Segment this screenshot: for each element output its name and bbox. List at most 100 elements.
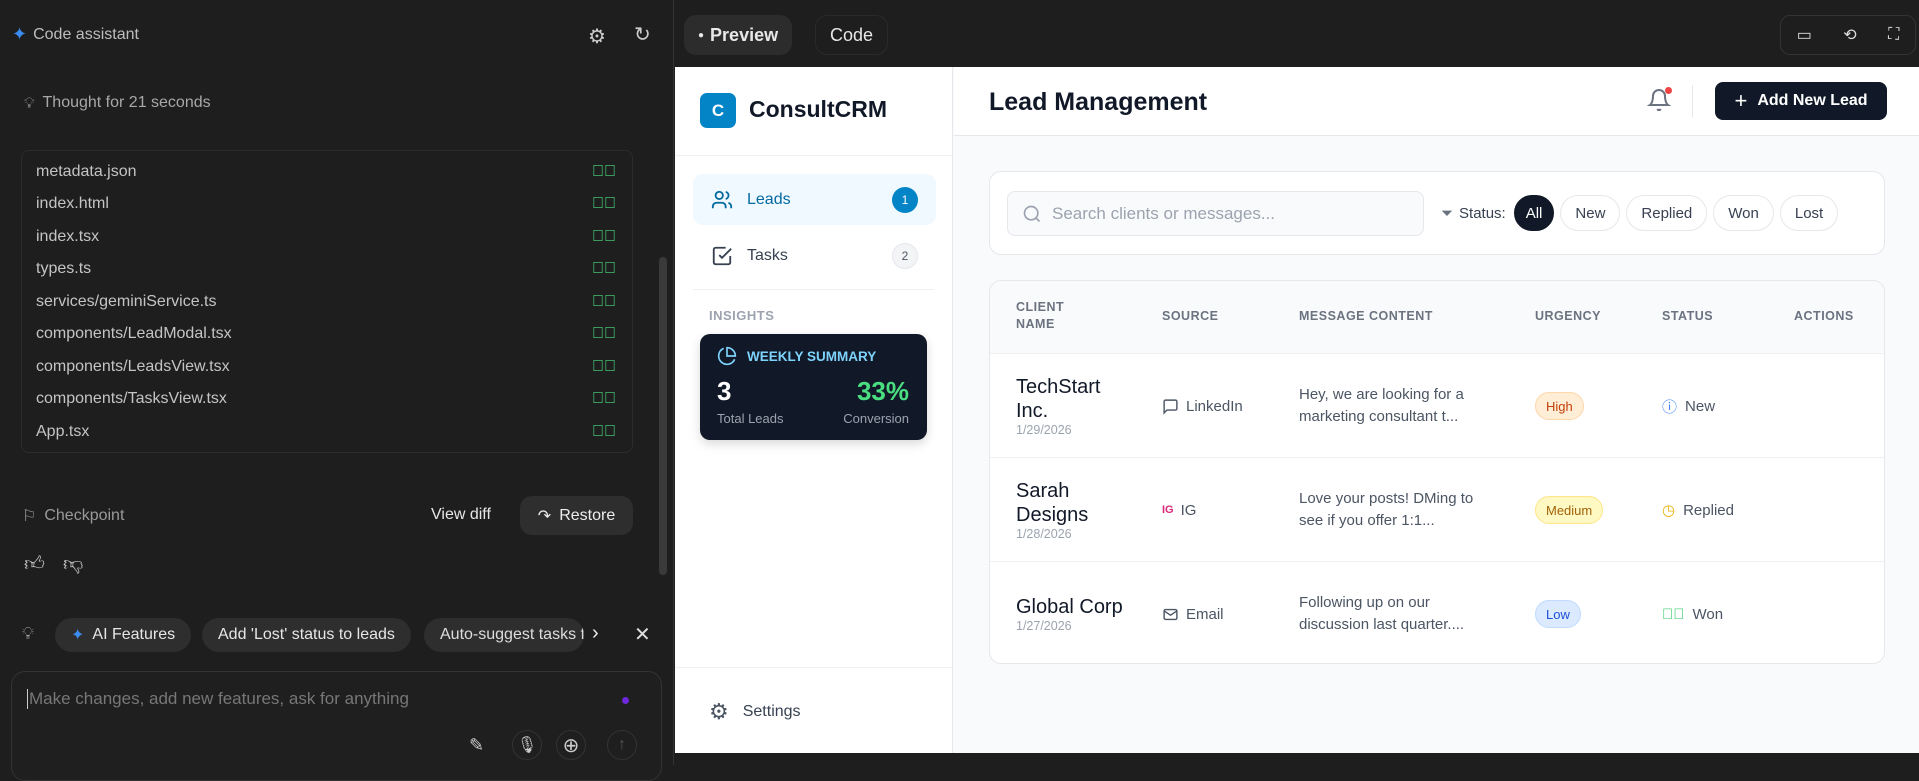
preview-actions: ▭ ⟲ ⛶	[1780, 15, 1916, 55]
restore-button[interactable]: ↷ Restore	[520, 496, 633, 535]
leads-count-badge: 1	[892, 186, 918, 213]
add-button-label: Add New Lead	[1757, 92, 1868, 109]
notification-dot	[1665, 87, 1672, 94]
sidebar: C ConsultCRM Leads 1 Tasks 2 INSIGHTS WE…	[675, 67, 953, 753]
check-circle-icon: ✓⃝	[592, 195, 616, 212]
checkbox-icon	[711, 245, 733, 267]
pie-chart-icon	[717, 346, 737, 366]
bell-icon[interactable]	[1647, 87, 1672, 113]
filter-lost[interactable]: Lost	[1779, 195, 1839, 231]
file-item[interactable]: components/LeadsView.tsx ✓⃝	[36, 352, 616, 382]
status-label: Status:	[1459, 204, 1506, 222]
source-label: Email	[1186, 605, 1224, 623]
check-circle-icon: ✓⃝	[1662, 605, 1685, 623]
prompt-placeholder: Make changes, add new features, ask for …	[27, 689, 409, 709]
filter-replied[interactable]: Replied	[1626, 195, 1708, 231]
devices-icon[interactable]: ▭	[1797, 25, 1812, 45]
add-new-lead-button[interactable]: + Add New Lead	[1715, 82, 1887, 120]
file-item[interactable]: metadata.json ✓⃝	[36, 157, 616, 187]
magic-wand-icon[interactable]: ✎	[469, 735, 484, 756]
tab-label: Preview	[710, 24, 779, 45]
client-name: TechStart Inc.	[1016, 376, 1101, 422]
total-leads-value: 3	[717, 376, 732, 406]
microphone-icon[interactable]: 🎙︎	[512, 730, 542, 760]
tasks-count-badge: 2	[892, 242, 918, 269]
file-item[interactable]: types.ts ✓⃝	[36, 254, 616, 284]
summary-header: WEEKLY SUMMARY	[717, 346, 876, 366]
check-circle-icon: ✓⃝	[592, 390, 616, 407]
file-name: components/TasksView.tsx	[36, 390, 227, 407]
filter-all[interactable]: All	[1513, 195, 1555, 231]
sidebar-item-tasks[interactable]: Tasks 2	[693, 230, 936, 281]
suggestion-chip[interactable]: Auto-suggest tasks f	[424, 618, 584, 652]
filter-bar: Search clients or messages... ⏷ Status: …	[989, 171, 1885, 255]
suggestion-chip[interactable]: Add 'Lost' status to leads	[202, 618, 411, 652]
thought-indicator[interactable]: 💡︎ Thought for 21 seconds	[24, 94, 211, 112]
file-item[interactable]: index.tsx ✓⃝	[36, 222, 616, 252]
urgency-badge: Low	[1535, 600, 1581, 628]
filter-icon: ⏷	[1441, 204, 1454, 222]
column-header: CLIENT NAME	[1016, 300, 1065, 331]
close-icon[interactable]: ✕	[634, 622, 651, 647]
file-item[interactable]: components/LeadModal.tsx ✓⃝	[36, 319, 616, 349]
table-row[interactable]: Sarah Designs 1/28/2026 IG IG Love your p…	[990, 457, 1884, 561]
column-header: SOURCE	[1162, 309, 1219, 323]
users-icon	[711, 189, 733, 211]
settings-icon[interactable]: ⚙	[588, 24, 606, 49]
mail-icon	[1162, 606, 1179, 623]
scrollbar[interactable]	[659, 257, 667, 575]
sidebar-item-leads[interactable]: Leads 1	[693, 174, 936, 225]
thumbs-up-icon[interactable]: 👍︎	[24, 552, 45, 576]
fullscreen-icon[interactable]: ⛶	[1888, 26, 1899, 44]
thumbs-down-icon[interactable]: 👎︎	[63, 552, 83, 576]
status-label: Won	[1692, 605, 1724, 623]
rotate-icon[interactable]: ⟲	[1843, 25, 1856, 45]
file-item[interactable]: services/geminiService.ts ✓⃝	[36, 287, 616, 317]
refresh-icon[interactable]: ↻	[634, 22, 651, 47]
message-preview: Love your posts! DMing to see if you off…	[1299, 490, 1474, 529]
client-name: Sarah Designs	[1016, 480, 1089, 526]
lead-date: 1/28/2026	[1016, 527, 1072, 541]
column-header: MESSAGE CONTENT	[1299, 309, 1433, 323]
file-name: components/LeadsView.tsx	[36, 358, 230, 375]
file-item[interactable]: components/TasksView.tsx ✓⃝	[36, 384, 616, 414]
file-item[interactable]: App.tsx ✓⃝	[36, 417, 616, 447]
filter-won[interactable]: Won	[1713, 195, 1774, 231]
file-item[interactable]: index.html ✓⃝	[36, 189, 616, 219]
table-header: CLIENT NAME SOURCE MESSAGE CONTENT URGEN…	[990, 281, 1884, 353]
thought-text: Thought for 21 seconds	[42, 94, 211, 111]
suggestion-chip-ai-features[interactable]: ✦ AI Features	[55, 618, 192, 652]
chip-label: AI Features	[92, 626, 176, 643]
check-circle-icon: ✓⃝	[592, 163, 616, 180]
main-content: Lead Management + Add New Lead Search cli…	[954, 67, 1919, 753]
search-placeholder: Search clients or messages...	[1052, 203, 1275, 223]
check-circle-icon: ✓⃝	[592, 260, 616, 277]
add-icon[interactable]: ⊕	[556, 730, 586, 760]
assistant-header: ✦ Code assistant	[12, 24, 139, 45]
table-row[interactable]: TechStart Inc. 1/29/2026 LinkedIn Hey, w…	[990, 353, 1884, 457]
send-icon[interactable]: ↑	[607, 730, 637, 760]
status-label: Replied	[1683, 501, 1734, 519]
search-input[interactable]: Search clients or messages...	[1007, 191, 1424, 236]
sidebar-item-settings[interactable]: ⚙ Settings	[709, 699, 801, 725]
restore-label: Restore	[559, 506, 616, 524]
source-label: IG	[1180, 501, 1197, 519]
table-row[interactable]: Global Corp 1/27/2026 Email Following up…	[990, 561, 1884, 663]
file-name: index.html	[36, 195, 109, 212]
checkpoint-label: Checkpoint	[44, 507, 125, 524]
divider	[693, 289, 934, 290]
source-label: LinkedIn	[1186, 397, 1243, 415]
file-name: index.tsx	[36, 228, 100, 245]
lightbulb-icon: 💡︎	[24, 94, 35, 112]
message-square-icon	[1162, 398, 1179, 415]
tab-preview[interactable]: ● Preview	[684, 15, 793, 55]
tab-code[interactable]: Code	[815, 15, 889, 55]
chevron-right-icon[interactable]: ›	[592, 622, 599, 645]
view-diff-button[interactable]: View diff	[431, 506, 491, 524]
lead-date: 1/27/2026	[1016, 619, 1072, 633]
divider	[675, 155, 952, 156]
urgency-badge: High	[1535, 392, 1584, 420]
column-header: STATUS	[1662, 309, 1714, 323]
file-name: App.tsx	[36, 423, 90, 440]
filter-new[interactable]: New	[1560, 195, 1621, 231]
